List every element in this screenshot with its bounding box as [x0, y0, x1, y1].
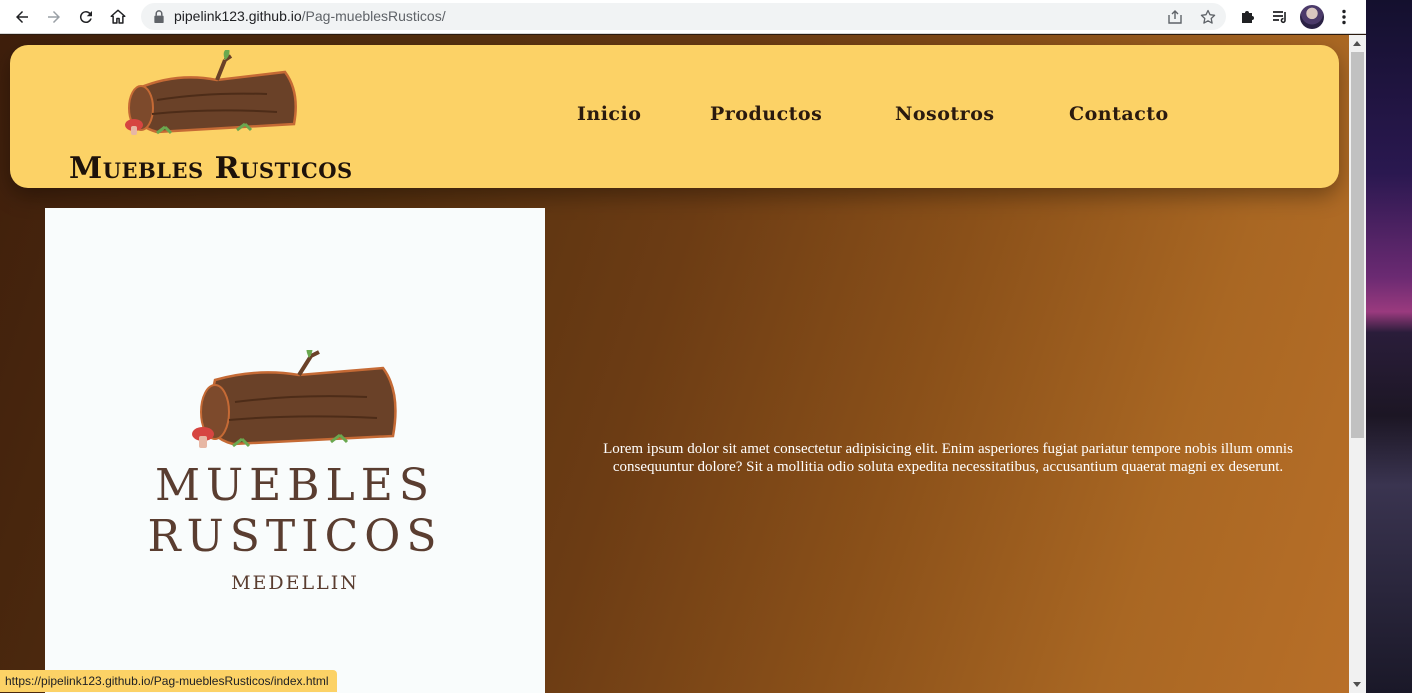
status-bar-url: https://pipelink123.github.io/Pag-mueble…	[0, 670, 337, 692]
brand-card: MUEBLES RUSTICOS MEDELLIN	[45, 208, 545, 693]
bookmark-button[interactable]	[1199, 8, 1217, 26]
brand-title: Muebles Rusticos	[69, 151, 353, 186]
nav-link-inicio[interactable]: Inicio	[577, 103, 641, 125]
back-arrow-icon	[16, 11, 28, 23]
nav-link-contacto[interactable]: Contacto	[1069, 103, 1169, 125]
forward-arrow-icon	[48, 11, 60, 23]
log-logo-icon	[192, 350, 397, 448]
address-bar[interactable]: pipelink123.github.io/Pag-mueblesRustico…	[141, 3, 1226, 30]
kebab-menu-icon	[1342, 9, 1346, 25]
browser-toolbar: pipelink123.github.io/Pag-mueblesRustico…	[0, 0, 1366, 34]
url-text[interactable]: pipelink123.github.io/Pag-mueblesRustico…	[174, 8, 446, 24]
star-icon	[1200, 9, 1216, 24]
profile-avatar[interactable]	[1300, 5, 1324, 29]
url-path: /Pag-mueblesRusticos/	[301, 8, 446, 24]
scroll-thumb[interactable]	[1351, 52, 1364, 438]
scroll-up-arrow-icon[interactable]	[1353, 41, 1361, 46]
lock-icon	[154, 10, 164, 23]
forward-button[interactable]	[42, 5, 66, 29]
card-title-line2: RUSTICOS	[147, 511, 443, 562]
back-button[interactable]	[10, 5, 34, 29]
scroll-down-arrow-icon[interactable]	[1353, 682, 1361, 687]
card-title-line1: MUEBLES	[154, 460, 436, 511]
browser-menu-button[interactable]	[1333, 6, 1355, 28]
desktop-background	[1366, 0, 1412, 693]
log-logo-icon[interactable]	[117, 50, 302, 142]
reading-list-icon	[1273, 11, 1286, 24]
site-header: Muebles Rusticos Inicio Productos Nosotr…	[10, 45, 1339, 188]
share-icon	[1168, 10, 1182, 24]
nav-link-nosotros[interactable]: Nosotros	[895, 103, 995, 125]
reload-button[interactable]	[74, 5, 98, 29]
share-button[interactable]	[1166, 8, 1184, 26]
puzzle-icon	[1242, 11, 1254, 23]
extensions-button[interactable]	[1237, 6, 1259, 28]
reading-list-button[interactable]	[1269, 6, 1291, 28]
page-viewport: Muebles Rusticos Inicio Productos Nosotr…	[0, 35, 1349, 693]
home-button[interactable]	[106, 5, 130, 29]
home-icon	[110, 9, 126, 24]
page-scrollbar[interactable]	[1349, 35, 1366, 693]
card-subtitle: MEDELLIN	[231, 572, 359, 594]
url-host: pipelink123.github.io	[174, 8, 302, 24]
nav-link-productos[interactable]: Productos	[710, 103, 822, 125]
reload-icon	[79, 11, 92, 24]
intro-paragraph: Lorem ipsum dolor sit amet consectetur a…	[603, 441, 1293, 475]
